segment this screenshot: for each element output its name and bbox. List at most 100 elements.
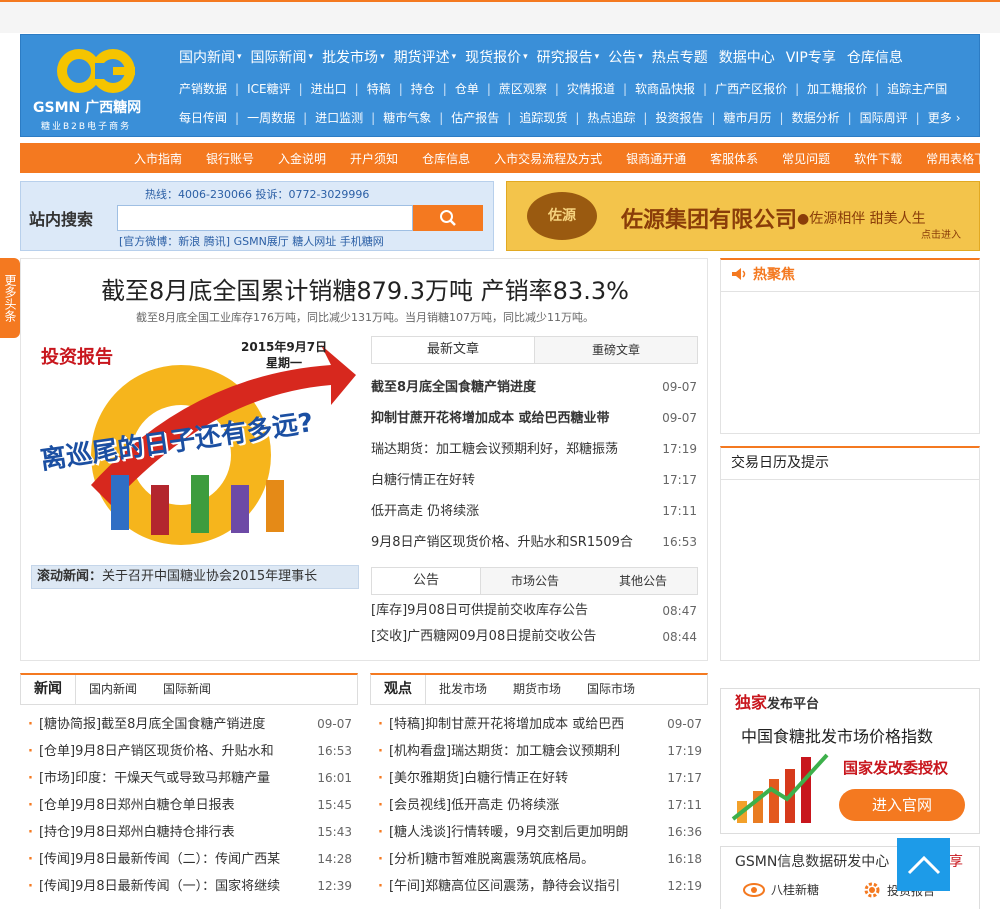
nav-item[interactable]: 热点专题 [652, 47, 708, 67]
article-title[interactable]: 抑制甘蔗开花将增加成本 或给巴西糖业带 [371, 403, 610, 434]
service-nav-item[interactable]: 仓库信息 [422, 150, 470, 167]
list-item-title[interactable]: [午间]郑糖高位区间震荡，静待会议指引 [378, 873, 620, 900]
sub-nav-item[interactable]: 持仓 [411, 80, 435, 97]
article-title[interactable]: 9月8日产销区现货价格、升贴水和SR1509合 [371, 527, 633, 558]
nav-item[interactable]: VIP专享 [786, 47, 836, 67]
search-quick-links[interactable]: [官方微博：新浪 腾讯] GSMN展厅 糖人网址 手机糖网 [119, 233, 384, 249]
notice-row[interactable]: [库存]9月08日可供提前交收库存公告 08:47 [371, 598, 697, 624]
search-input[interactable] [117, 205, 413, 231]
headline-title[interactable]: 截至8月底全国累计销糖879.3万吨 产销率83.3% [21, 271, 709, 306]
service-nav-item[interactable]: 软件下载 [854, 150, 902, 167]
tab-major-articles[interactable]: 重磅文章 [535, 337, 697, 363]
article-title[interactable]: 瑞达期货：加工糖会议预期利好，郑糖振荡 [371, 434, 618, 465]
list-item[interactable]: [仓单]9月8日郑州白糖仓单日报表 15:45 [20, 792, 358, 819]
article-row[interactable]: 白糖行情正在好转 17:17 [371, 465, 697, 496]
exclusive-platform-box[interactable]: 独家发布平台 中国食糖批发市场价格指数 国家发改委授权 进入官网 [720, 688, 980, 834]
list-item[interactable]: [仓单]9月8日产销区现货价格、升贴水和 16:53 [20, 738, 358, 765]
sub-nav-item[interactable]: 数据分析 [792, 109, 840, 126]
tab-views[interactable]: 观点 [371, 675, 426, 704]
ad-banner-zuoyuan[interactable]: 佐源 佐源集团有限公司 ●佐源相伴 甜美人生 点击进入 [506, 181, 980, 251]
article-title[interactable]: 低开高走 仍将续涨 [371, 496, 479, 527]
tab-news[interactable]: 新闻 [21, 675, 76, 704]
service-nav-item[interactable]: 银商通开通 [626, 150, 686, 167]
sub-nav-item[interactable]: ICE糖评 [247, 80, 291, 97]
sub-nav-item[interactable]: 蔗区观察 [499, 80, 547, 97]
tab-market-notices[interactable]: 市场公告 [481, 568, 589, 594]
notice-row[interactable]: [交收]广西糖网09月08日提前交收公告 08:44 [371, 624, 697, 650]
tab-wholesale-market[interactable]: 批发市场 [426, 675, 500, 704]
sub-nav-item[interactable]: 热点追踪 [587, 109, 635, 126]
sub-nav-item[interactable]: 每日传闻 [179, 109, 227, 126]
sub-nav-item[interactable]: 广西产区报价 [715, 80, 787, 97]
article-title[interactable]: 截至8月底全国食糖产销进度 [371, 372, 536, 403]
scrolling-news[interactable]: 滚动新闻：关于召开中国糖业协会2015年理事长 [31, 565, 359, 589]
list-item[interactable]: [糖人浅谈]行情转暖，9月交割后更加明朗 16:36 [370, 819, 708, 846]
list-item-title[interactable]: [糖协简报]截至8月底全国食糖产销进度 [28, 711, 265, 738]
list-item-title[interactable]: [会员视线]低开高走 仍将续涨 [378, 792, 559, 819]
more-headlines-tab[interactable]: 更多头条 [0, 258, 20, 338]
list-item-title[interactable]: [美尔雅期货]白糖行情正在好转 [378, 765, 568, 792]
nav-item[interactable]: 仓库信息 [847, 47, 903, 67]
service-nav-item[interactable]: 客服体系 [710, 150, 758, 167]
sub-nav-item[interactable]: 糖市月历 [724, 109, 772, 126]
list-item[interactable]: [美尔雅期货]白糖行情正在好转 17:17 [370, 765, 708, 792]
article-row[interactable]: 瑞达期货：加工糖会议预期利好，郑糖振荡 17:19 [371, 434, 697, 465]
sub-nav-item[interactable]: 仓单 [455, 80, 479, 97]
sub-nav-item[interactable]: 加工糖报价 [807, 80, 867, 97]
tab-futures-market[interactable]: 期货市场 [500, 675, 574, 704]
service-nav-item[interactable]: 入市交易流程及方式 [494, 150, 602, 167]
service-nav-item[interactable]: 入金说明 [278, 150, 326, 167]
article-row[interactable]: 截至8月底全国食糖产销进度 09-07 [371, 372, 697, 403]
service-nav-item[interactable]: 入市指南 [134, 150, 182, 167]
list-item-title[interactable]: [传闻]9月8日最新传闻（二）：传闻广西某 [28, 846, 280, 873]
list-item-title[interactable]: [特稿]抑制甘蔗开花将增加成本 或给巴西 [378, 711, 624, 738]
nav-item[interactable]: 数据中心 [719, 47, 775, 67]
list-item[interactable]: [午间]郑糖高位区间震荡，静待会议指引 12:19 [370, 873, 708, 900]
list-item[interactable]: [糖协简报]截至8月底全国食糖产销进度 09-07 [20, 711, 358, 738]
nav-item[interactable]: 研究报告 [537, 47, 593, 67]
list-item-title[interactable]: [仓单]9月8日郑州白糖仓单日报表 [28, 792, 235, 819]
search-button[interactable] [413, 205, 483, 231]
list-item[interactable]: [分析]糖市暂难脱离震荡筑底格局。 16:18 [370, 846, 708, 873]
back-to-top-button[interactable] [897, 838, 950, 891]
sub-nav-item[interactable]: 更多 [928, 109, 952, 126]
list-item-title[interactable]: [分析]糖市暂难脱离震荡筑底格局。 [378, 846, 594, 873]
list-item-title[interactable]: [市场]印度：干燥天气或导致马邦糖产量 [28, 765, 270, 792]
sub-nav-item[interactable]: 灾情报道 [567, 80, 615, 97]
nav-item[interactable]: 期货评述 [394, 47, 450, 67]
tab-international-market[interactable]: 国际市场 [574, 675, 648, 704]
notice-title[interactable]: [库存]9月08日可供提前交收库存公告 [371, 598, 588, 624]
tab-international-news[interactable]: 国际新闻 [150, 675, 224, 704]
list-item-title[interactable]: [传闻]9月8日最新传闻（一）：国家将继续 [28, 873, 280, 900]
tab-other-notices[interactable]: 其他公告 [589, 568, 697, 594]
visit-official-site-button[interactable]: 进入官网 [839, 789, 965, 821]
sub-nav-item[interactable]: 追踪现货 [519, 109, 567, 126]
sub-nav-item[interactable]: 软商品快报 [635, 80, 695, 97]
link-bagui-xintang[interactable]: 八桂新糖 [743, 881, 819, 898]
tab-domestic-news[interactable]: 国内新闻 [76, 675, 150, 704]
service-nav-item[interactable]: 常用表格下载 [926, 150, 998, 167]
list-item[interactable]: [传闻]9月8日最新传闻（二）：传闻广西某 14:28 [20, 846, 358, 873]
list-item[interactable]: [特稿]抑制甘蔗开花将增加成本 或给巴西 09-07 [370, 711, 708, 738]
sub-nav-item[interactable]: 估产报告 [451, 109, 499, 126]
sub-nav-item[interactable]: 国际周评 [860, 109, 908, 126]
notice-title[interactable]: [交收]广西糖网09月08日提前交收公告 [371, 624, 596, 650]
nav-item[interactable]: 批发市场 [322, 47, 378, 67]
ad-enter-link[interactable]: 点击进入 [921, 226, 961, 241]
service-nav-item[interactable]: 常见问题 [782, 150, 830, 167]
list-item-title[interactable]: [仓单]9月8日产销区现货价格、升贴水和 [28, 738, 274, 765]
site-logo[interactable]: GSMN 广西糖网 糖业B2B电子商务 [21, 35, 171, 136]
nav-item[interactable]: 现货报价 [465, 47, 521, 67]
sub-nav-item[interactable]: 投资报告 [655, 109, 703, 126]
sub-nav-item[interactable]: 特稿 [367, 80, 391, 97]
sub-nav-item[interactable]: 进口监测 [315, 109, 363, 126]
list-item[interactable]: [机构看盘]瑞达期货：加工糖会议预期利 17:19 [370, 738, 708, 765]
sub-nav-item[interactable]: 产销数据 [179, 80, 227, 97]
tab-latest-articles[interactable]: 最新文章 [372, 337, 535, 363]
service-nav-item[interactable]: 开户须知 [350, 150, 398, 167]
list-item-title[interactable]: [机构看盘]瑞达期货：加工糖会议预期利 [378, 738, 620, 765]
sub-nav-item[interactable]: 一周数据 [247, 109, 295, 126]
article-title[interactable]: 白糖行情正在好转 [371, 465, 475, 496]
article-row[interactable]: 9月8日产销区现货价格、升贴水和SR1509合 16:53 [371, 527, 697, 558]
tab-notices[interactable]: 公告 [372, 568, 481, 594]
